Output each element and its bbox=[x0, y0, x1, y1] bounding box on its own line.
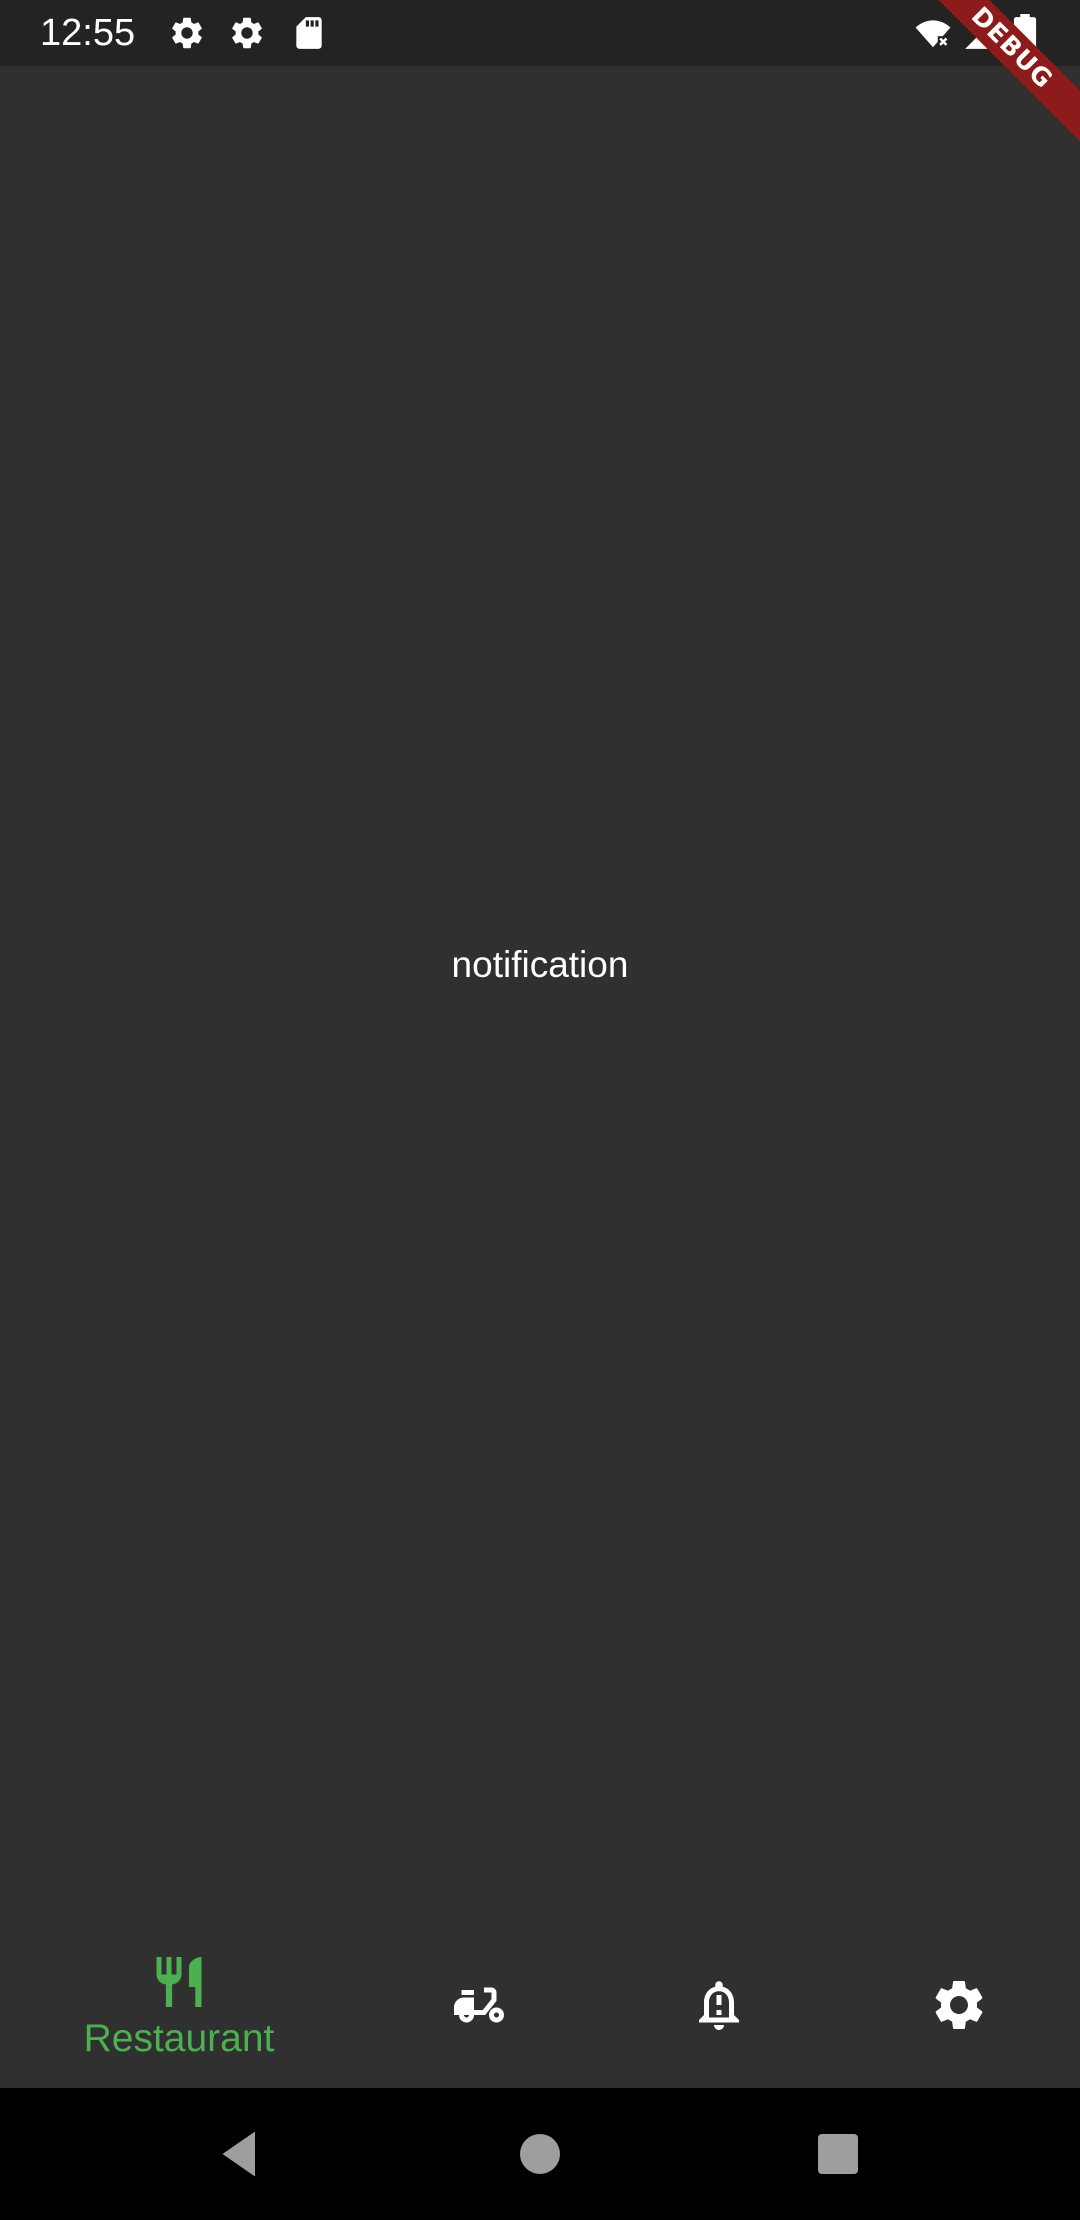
nav-item-restaurant[interactable]: Restaurant bbox=[59, 1922, 299, 2088]
delivery-scooter-icon bbox=[449, 1975, 509, 2035]
gear-icon bbox=[228, 14, 266, 52]
nav-label-restaurant: Restaurant bbox=[83, 2017, 275, 2060]
page-title: notification bbox=[451, 944, 629, 985]
nav-item-settings[interactable] bbox=[839, 1922, 1079, 2088]
nav-item-notifications[interactable] bbox=[599, 1922, 839, 2088]
nav-item-delivery[interactable] bbox=[359, 1922, 599, 2088]
status-bar: 12:55 bbox=[0, 0, 1080, 66]
settings-icon bbox=[929, 1975, 989, 2035]
main-content: notification bbox=[0, 66, 1080, 1922]
status-time: 12:55 bbox=[40, 12, 136, 54]
cell-signal-icon bbox=[962, 14, 1000, 52]
sd-card-icon bbox=[290, 14, 328, 52]
recents-icon[interactable] bbox=[808, 2124, 868, 2184]
wifi-off-icon bbox=[914, 14, 952, 52]
notification-alert-icon bbox=[689, 1975, 749, 2035]
back-icon[interactable] bbox=[210, 2124, 270, 2184]
app-screen: 12:55 DEBUG notification Restaurant bbox=[0, 0, 1080, 2220]
system-navigation-bar bbox=[0, 2088, 1080, 2220]
battery-icon bbox=[1010, 14, 1040, 52]
bottom-navigation-bar: Restaurant bbox=[0, 1922, 1080, 2088]
home-icon[interactable] bbox=[510, 2124, 570, 2184]
restaurant-icon bbox=[149, 1952, 209, 2012]
gear-icon bbox=[168, 14, 206, 52]
